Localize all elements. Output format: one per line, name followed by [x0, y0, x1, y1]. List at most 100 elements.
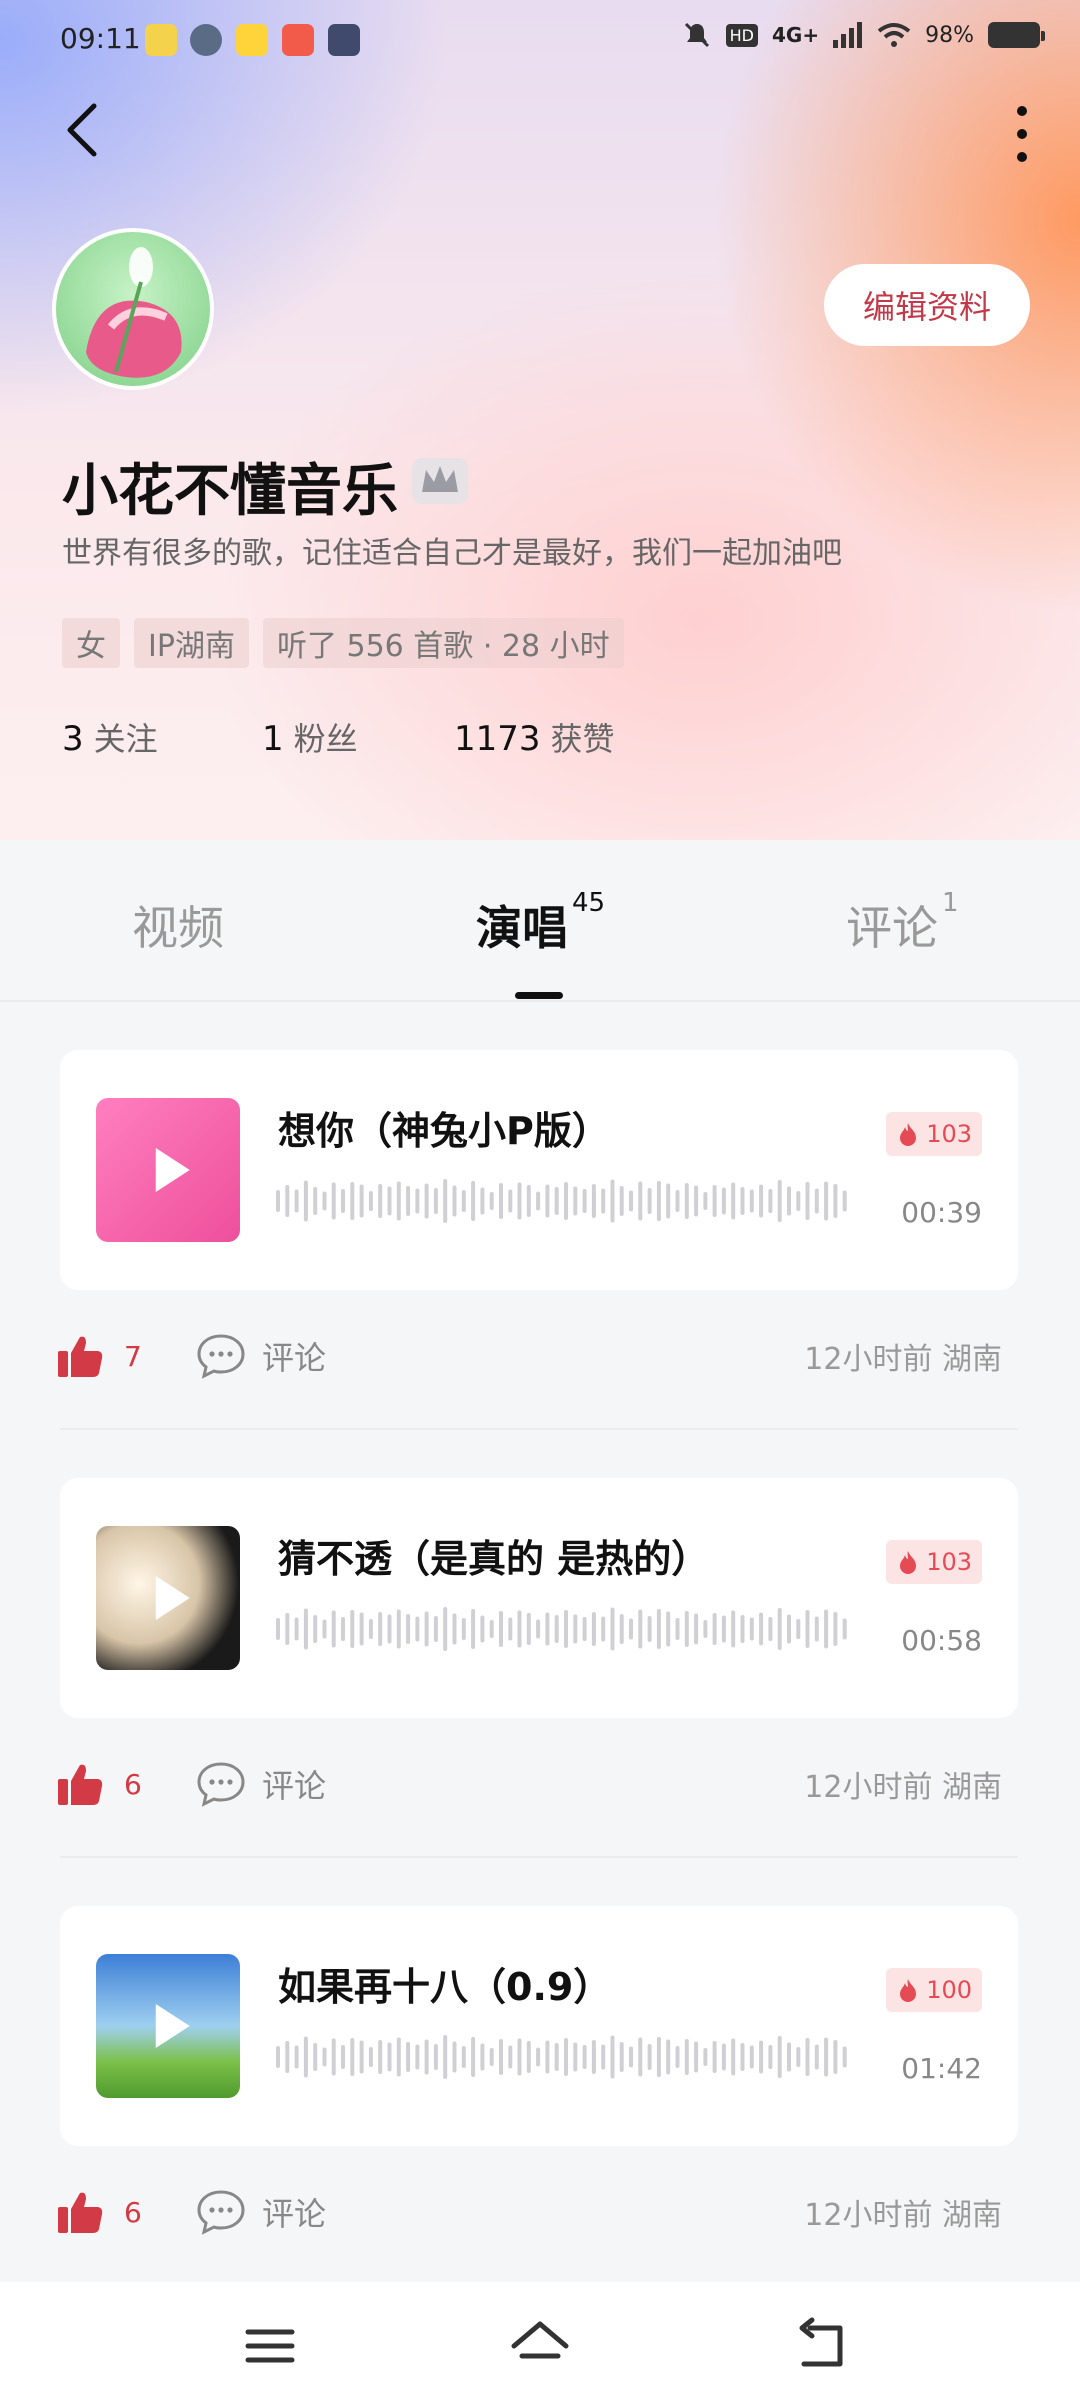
waveform-bar	[452, 2041, 457, 2073]
comment-label: 评论	[262, 1339, 327, 1377]
play-icon[interactable]	[155, 2004, 190, 2048]
waveform-bar	[433, 2044, 438, 2070]
waveform-bar	[564, 1610, 568, 1648]
waveform-bar	[396, 1609, 401, 1649]
edit-profile-button[interactable]: 编辑资料	[824, 264, 1030, 346]
waveform-bar	[814, 1188, 819, 1214]
waveform-bar	[768, 1617, 773, 1641]
waveform-bar	[647, 1616, 652, 1642]
waveform-bar	[387, 2042, 392, 2072]
back-icon[interactable]	[58, 100, 108, 160]
waveform-bar	[443, 2035, 448, 2079]
play-icon[interactable]	[155, 1148, 190, 1192]
waveform-bar	[694, 1613, 699, 1645]
waveform-bar	[313, 1187, 318, 1215]
waveform-bar	[303, 2036, 308, 2078]
comment-button[interactable]: 评论	[196, 1333, 326, 1379]
waveform-bar	[796, 1191, 801, 1211]
song-cover[interactable]	[96, 1098, 240, 1242]
tab-sing[interactable]: 演唱 45	[476, 888, 605, 958]
play-icon[interactable]	[155, 1576, 190, 1620]
home-icon[interactable]	[508, 2316, 572, 2376]
like-button[interactable]: 6	[56, 1761, 196, 1807]
waveform-bar	[787, 1614, 791, 1644]
waveform-bar	[285, 1185, 290, 1217]
waveform-bar	[721, 2043, 726, 2071]
waveform-bar	[526, 1613, 531, 1645]
waveform-bar	[656, 2037, 661, 2077]
following-count: 3	[62, 719, 84, 759]
followers-stat[interactable]: 1 粉丝	[262, 714, 454, 760]
likes-stat[interactable]: 1173 获赞	[454, 714, 615, 760]
waveform-bar	[415, 2044, 420, 2070]
avatar[interactable]	[52, 228, 214, 390]
song-action-row: 6 评论 12小时前 湖南	[56, 1744, 1016, 1824]
waveform-bar	[554, 1187, 559, 1215]
waveform-bar	[508, 2045, 513, 2069]
like-count: 6	[124, 1767, 142, 1801]
waveform-bar	[759, 1184, 764, 1218]
waveform-bar	[461, 2046, 466, 2068]
waveform-bar	[536, 2047, 541, 2067]
waveform-bar	[740, 1187, 745, 1215]
song-title: 猜不透（是真的 是热的）	[278, 1537, 710, 1581]
back-nav-icon[interactable]	[792, 2316, 852, 2376]
comment-button[interactable]: 评论	[196, 2189, 326, 2235]
waveform-bar	[359, 1612, 364, 1646]
song-cover[interactable]	[96, 1954, 240, 2098]
waveform-bar	[703, 1620, 708, 1638]
waveform-bar	[833, 2040, 838, 2074]
waveform-bar	[824, 1181, 829, 1221]
waveform-bar	[814, 2044, 819, 2070]
waveform-bar	[638, 1181, 643, 1221]
following-label: 关注	[93, 720, 158, 758]
likes-count: 1173	[454, 719, 541, 759]
waveform-bar	[712, 1613, 717, 1645]
tab-video[interactable]: 视频	[132, 892, 224, 958]
waveform-bar	[601, 1188, 606, 1214]
nickname: 小花不懂音乐	[62, 459, 398, 524]
fire-icon	[900, 1551, 917, 1574]
stats-row: 3 关注 1 粉丝 1173 获赞	[62, 714, 615, 760]
tab-comments[interactable]: 评论 1	[846, 888, 959, 958]
waveform-bar	[526, 1185, 531, 1217]
divider	[60, 1428, 1018, 1430]
waveform-bar	[656, 1609, 661, 1649]
song-card[interactable]: 猜不透（是真的 是热的） 103 00:58	[60, 1478, 1018, 1718]
waveform-bar	[508, 1617, 513, 1641]
song-card[interactable]: 如果再十八（0.9） 100 01:42	[60, 1906, 1018, 2146]
likes-label: 获赞	[550, 720, 615, 758]
waveform-bar	[610, 1179, 615, 1223]
waveform-bar	[387, 1186, 392, 1216]
waveform-bar	[368, 1619, 373, 1639]
waveform-bar	[675, 1618, 680, 1640]
waveform-bar	[796, 1619, 801, 1639]
waveform-bar	[629, 2046, 633, 2068]
following-stat[interactable]: 3 关注	[62, 714, 262, 760]
comment-button[interactable]: 评论	[196, 1761, 326, 1807]
waveform-bar	[536, 1191, 541, 1211]
waveform-bar	[452, 1613, 457, 1645]
waveform-bar	[740, 1615, 745, 1643]
like-button[interactable]: 7	[56, 1333, 196, 1379]
waveform-bar	[526, 2041, 531, 2073]
song-card[interactable]: 想你（神兔小P版） 103 00:39	[60, 1050, 1018, 1290]
like-button[interactable]: 6	[56, 2189, 196, 2235]
menu-icon[interactable]	[240, 2316, 300, 2376]
waveform-bar	[276, 1190, 280, 1212]
waveform-bar	[582, 1189, 587, 1213]
waveform-bar	[424, 1611, 429, 1647]
more-icon[interactable]	[1014, 106, 1030, 162]
waveform-bar	[629, 1618, 633, 1640]
waveform-bar	[721, 1187, 726, 1215]
waveform-bar	[378, 1184, 383, 1218]
waveform-bar	[731, 1610, 736, 1648]
waveform-bar	[322, 2047, 327, 2067]
song-cover[interactable]	[96, 1526, 240, 1670]
notification-icon	[236, 24, 268, 56]
waveform-bar	[842, 1190, 847, 1212]
waveform-bar	[582, 2045, 587, 2069]
waveform-bar	[489, 1620, 494, 1638]
waveform-bar	[489, 1192, 494, 1210]
like-count: 6	[124, 2195, 142, 2229]
